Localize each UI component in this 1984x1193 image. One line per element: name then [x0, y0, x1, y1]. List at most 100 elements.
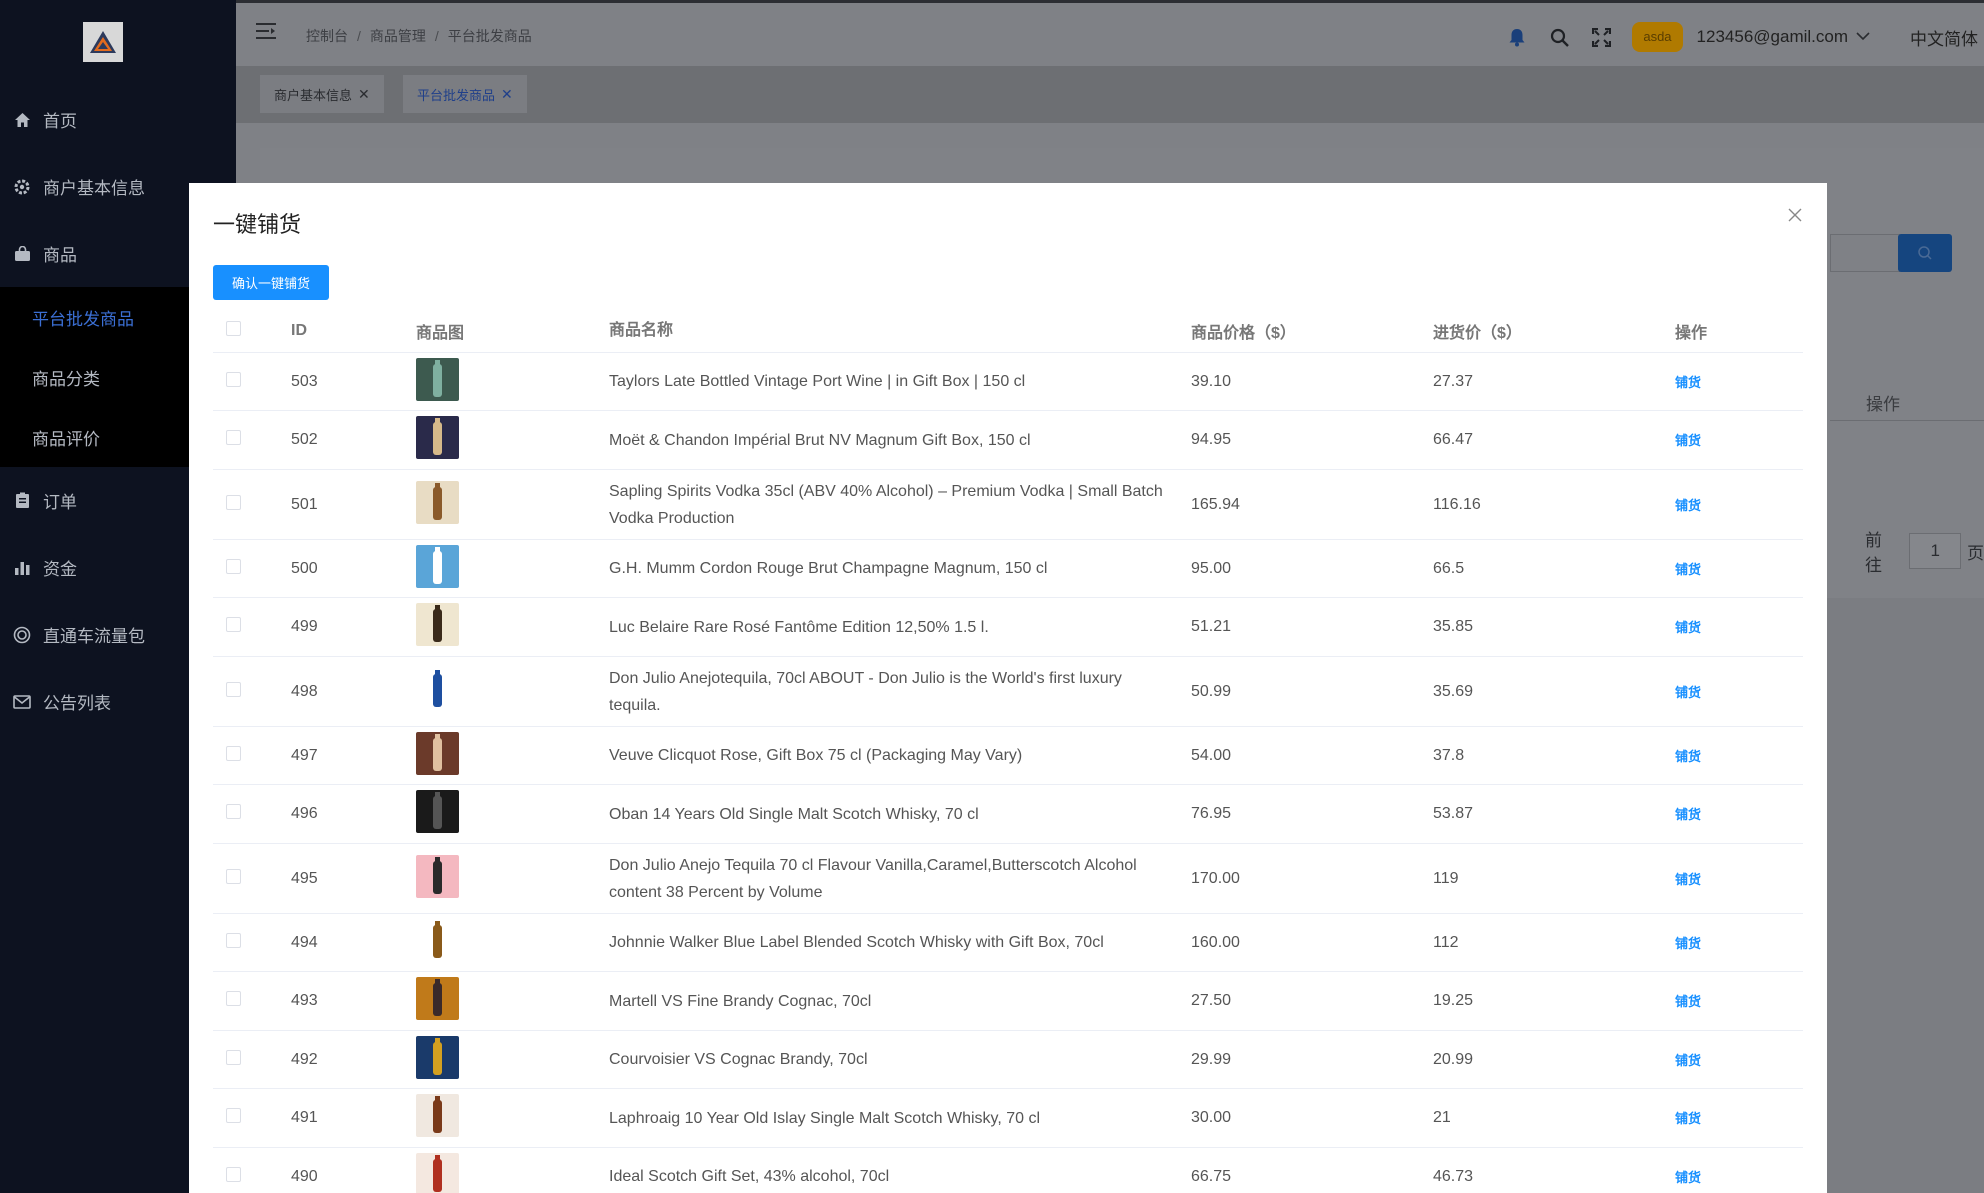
cell-cost: 66.47	[1433, 431, 1474, 448]
table-row: 497 Veuve Clicquot Rose, Gift Box 75 cl (…	[213, 727, 1803, 785]
list-product-button[interactable]: 铺货	[1675, 433, 1701, 448]
list-product-button[interactable]: 铺货	[1675, 807, 1701, 822]
column-header-image: 商品图	[416, 324, 465, 342]
list-product-button[interactable]: 铺货	[1675, 375, 1701, 390]
cell-cost: 21	[1433, 1109, 1451, 1126]
confirm-bulk-listing-button[interactable]: 确认一键铺货	[213, 265, 330, 300]
row-checkbox[interactable]	[226, 617, 241, 632]
row-checkbox[interactable]	[226, 1049, 241, 1065]
cell-id: 492	[291, 1050, 318, 1068]
products-table: ID 商品图 商品名称 商品价格（$） 进货价（$） 操作 503 Taylors…	[213, 309, 1803, 1193]
list-product-button[interactable]: 铺货	[1675, 994, 1701, 1009]
cell-id: 503	[291, 372, 318, 390]
list-product-button[interactable]: 铺货	[1675, 498, 1701, 513]
shopping-bag-icon	[13, 245, 31, 263]
logo	[83, 22, 123, 62]
cell-name: Oban 14 Years Old Single Malt Scotch Whi…	[609, 805, 979, 823]
product-thumbnail	[416, 544, 459, 588]
table-row: 501 Sapling Spirits Vodka 35cl (ABV 40% A…	[213, 470, 1803, 540]
menu-toggle-icon[interactable]	[256, 22, 276, 42]
breadcrumb-item[interactable]: 控制台	[306, 28, 348, 44]
home-icon	[13, 111, 31, 129]
list-product-button[interactable]: 铺货	[1675, 1053, 1701, 1068]
table-row: 492 Courvoisier VS Cognac Brandy, 70cl 29.…	[213, 1031, 1803, 1089]
header-checkbox-cell	[213, 320, 291, 341]
cell-op: 铺货	[1675, 372, 1803, 392]
product-thumbnail	[416, 977, 459, 1020]
sidebar-item-label: 公告列表	[43, 694, 111, 713]
cell-name: Moët & Chandon Impérial Brut NV Magnum G…	[609, 431, 1031, 449]
table-row: 496 Oban 14 Years Old Single Malt Scotch …	[213, 785, 1803, 844]
row-checkbox[interactable]	[226, 681, 241, 697]
row-checkbox[interactable]	[226, 932, 241, 948]
list-product-button[interactable]: 铺货	[1675, 562, 1701, 577]
row-checkbox[interactable]	[226, 991, 241, 1006]
breadcrumb: 控制台 / 商品管理 / 平台批发商品	[306, 26, 532, 46]
chevron-down-icon[interactable]	[1856, 28, 1870, 46]
sidebar-item-label: 商品	[43, 246, 77, 265]
sidebar-item-label: 首页	[43, 112, 77, 131]
row-checkbox[interactable]	[226, 745, 241, 761]
cell-price: 39.10	[1191, 372, 1232, 390]
background-pager: 前往 1 页	[1865, 526, 1984, 576]
list-product-button[interactable]: 铺货	[1675, 685, 1701, 700]
cell-op: 铺货	[1675, 1108, 1803, 1128]
row-checkbox-cell	[213, 371, 291, 392]
cell-name: Johnnie Walker Blue Label Blended Scotch…	[609, 934, 1104, 951]
list-product-button[interactable]: 铺货	[1675, 872, 1701, 887]
bell-icon[interactable]	[1506, 26, 1528, 48]
row-checkbox[interactable]	[226, 558, 241, 574]
row-checkbox[interactable]	[226, 1166, 241, 1182]
search-icon[interactable]	[1548, 26, 1570, 48]
list-product-button[interactable]: 铺货	[1675, 1170, 1701, 1185]
cell-price: 27.50	[1191, 992, 1232, 1009]
close-icon[interactable]: ✕	[358, 86, 370, 103]
row-checkbox[interactable]	[226, 494, 241, 510]
table-body: 503 Taylors Late Bottled Vintage Port Win…	[213, 353, 1803, 1193]
close-icon[interactable]: ✕	[501, 86, 513, 103]
cell-op: 铺货	[1675, 804, 1803, 824]
language-switch[interactable]: 中文简体	[1910, 25, 1978, 50]
cell-price: 76.95	[1191, 805, 1232, 822]
row-checkbox-cell	[213, 558, 291, 579]
row-checkbox[interactable]	[226, 430, 241, 445]
cell-cost: 20.99	[1433, 1050, 1474, 1068]
logo-icon	[90, 31, 116, 53]
row-checkbox[interactable]	[226, 1108, 241, 1123]
cell-price: 51.21	[1191, 618, 1232, 635]
row-checkbox[interactable]	[226, 804, 241, 819]
sidebar-item-home[interactable]: 首页	[0, 86, 236, 153]
row-checkbox-cell	[213, 804, 291, 824]
cell-price: 170.00	[1191, 869, 1240, 887]
tab-label: 商户基本信息	[274, 87, 353, 103]
column-header-price: 商品价格（$）	[1191, 324, 1296, 342]
close-icon[interactable]	[1787, 207, 1805, 225]
breadcrumb-item[interactable]: 商品管理	[370, 28, 426, 44]
cell-op: 铺货	[1675, 430, 1803, 450]
fullscreen-icon[interactable]	[1590, 26, 1612, 48]
product-thumbnail	[416, 480, 459, 524]
tab-merchant-info[interactable]: 商户基本信息 ✕	[260, 75, 384, 113]
row-checkbox[interactable]	[226, 868, 241, 884]
product-thumbnail	[416, 1094, 459, 1137]
sidebar-item-label: 直通车流量包	[43, 627, 145, 646]
cell-id: 495	[291, 869, 318, 887]
list-product-button[interactable]: 铺货	[1675, 749, 1701, 764]
row-checkbox-cell	[213, 1049, 291, 1070]
list-product-button[interactable]: 铺货	[1675, 1111, 1701, 1126]
cell-image	[416, 544, 609, 593]
tab-wholesale-products[interactable]: 平台批发商品 ✕	[403, 75, 527, 113]
cell-id: 494	[291, 933, 318, 951]
list-product-button[interactable]: 铺货	[1675, 936, 1701, 951]
cell-image	[416, 603, 609, 651]
cell-price: 54.00	[1191, 746, 1232, 764]
table-row: 495 Don Julio Anejo Tequila 70 cl Flavour…	[213, 844, 1803, 914]
product-thumbnail	[416, 1152, 459, 1193]
list-product-button[interactable]: 铺货	[1675, 620, 1701, 635]
select-all-checkbox[interactable]	[226, 320, 241, 336]
user-badge[interactable]: asda	[1632, 22, 1683, 52]
pager-suffix: 页	[1967, 543, 1984, 563]
row-checkbox[interactable]	[226, 371, 241, 387]
cell-price: 160.00	[1191, 933, 1240, 951]
user-email[interactable]: 123456@gamil.com	[1697, 27, 1848, 47]
